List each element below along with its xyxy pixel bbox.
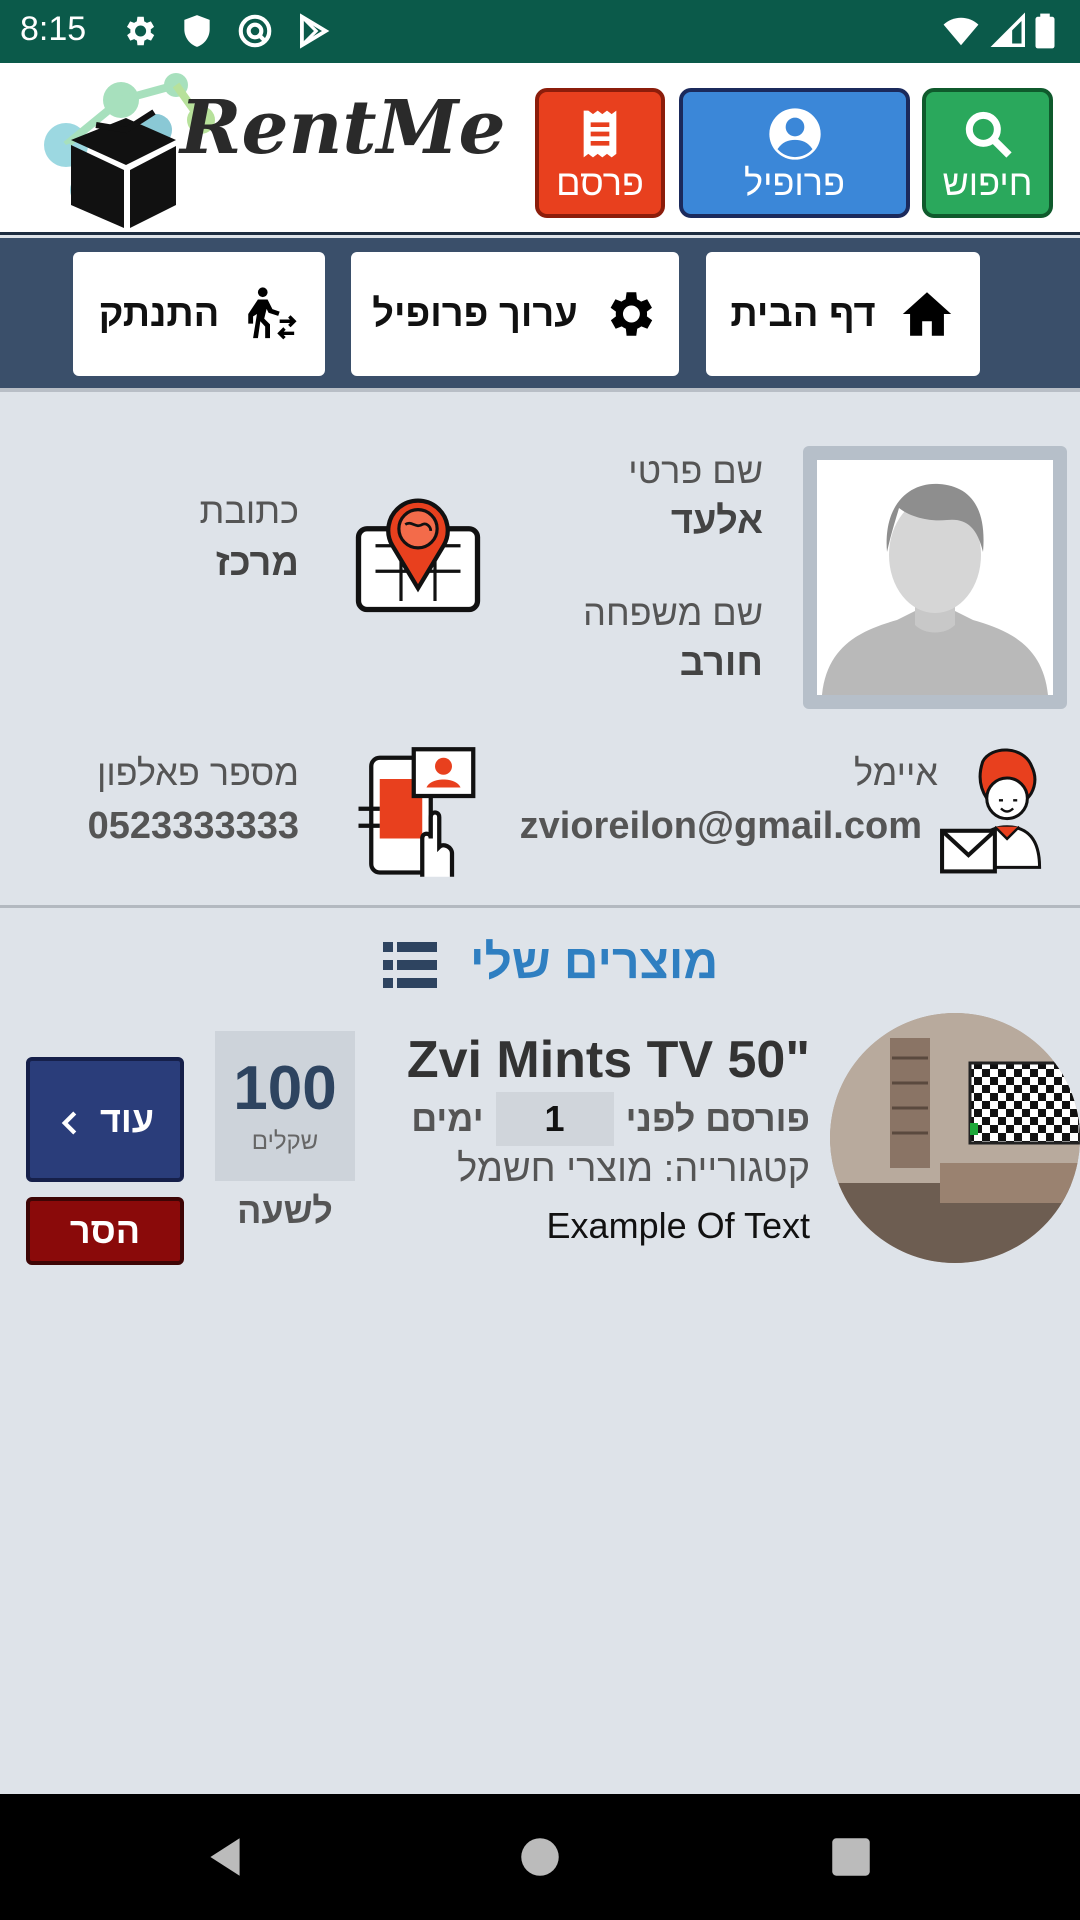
last-name-value: חורב xyxy=(679,642,763,684)
search-label: חיפוש xyxy=(942,162,1033,203)
home-circle-icon[interactable] xyxy=(515,1832,565,1882)
account-circle-icon xyxy=(767,106,823,162)
posted-prefix: פורסם לפני xyxy=(625,1098,810,1139)
receipt-icon xyxy=(572,106,628,162)
phone-touch-icon xyxy=(350,745,486,881)
nav-bar: דף הבית ערוך פרופיל התנתק xyxy=(0,238,1080,392)
more-label: עוד xyxy=(99,1098,155,1140)
brand-name: RentMe xyxy=(180,85,506,171)
product-description: Example Of Text xyxy=(546,1205,810,1246)
price-value: 100 xyxy=(233,1054,337,1123)
logout-nav-button[interactable]: התנתק xyxy=(73,252,325,376)
search-icon xyxy=(960,106,1016,162)
home-icon xyxy=(898,285,956,343)
product-category: קטגורייה: מוצרי חשמל xyxy=(457,1148,810,1190)
publish-button[interactable]: פרסם xyxy=(535,88,665,218)
search-button[interactable]: חיפוש xyxy=(922,88,1053,218)
phone-value: 0523333333 xyxy=(87,805,299,847)
price-unit: לשעה xyxy=(237,1190,333,1231)
system-nav-bar xyxy=(0,1794,1080,1920)
email-value: zvioreilon@gmail.com xyxy=(519,805,922,847)
signal-status-icon xyxy=(990,12,1028,50)
product-posted-row: פורסם לפני 1 ימים xyxy=(411,1092,810,1146)
remove-button[interactable]: הסר xyxy=(26,1197,184,1265)
battery-status-icon xyxy=(1030,12,1060,50)
home-nav-label: דף הבית xyxy=(730,292,876,335)
my-products-title: מוצרים שלי xyxy=(470,936,719,989)
edit-profile-nav-button[interactable]: ערוך פרופיל xyxy=(351,252,679,376)
sync-status-icon xyxy=(236,12,274,50)
first-name-label: שם פרטי xyxy=(628,450,763,491)
price-box: 100 שקלים xyxy=(215,1031,355,1181)
profile-label: פרופיל xyxy=(744,162,845,203)
phone-label: מספר פאלפון xyxy=(96,752,299,793)
home-nav-button[interactable]: דף הבית xyxy=(706,252,980,376)
chevron-left-icon xyxy=(56,1105,86,1135)
gear-icon xyxy=(600,285,658,343)
avatar xyxy=(803,446,1067,709)
back-icon[interactable] xyxy=(200,1832,250,1882)
walking-exit-icon xyxy=(241,285,299,343)
status-bar: 8:15 xyxy=(0,0,1080,63)
logout-nav-label: התנתק xyxy=(98,292,220,335)
settings-status-icon xyxy=(120,12,158,50)
posted-days: 1 xyxy=(495,1092,614,1146)
address-label: כתובת xyxy=(199,490,299,531)
last-name-label: שם משפחה xyxy=(583,592,763,633)
email-contact-icon xyxy=(938,745,1068,880)
play-store-status-icon xyxy=(294,12,332,50)
profile-button[interactable]: פרופיל xyxy=(679,88,910,218)
list-icon xyxy=(383,942,437,988)
product-title: Zvi Mints TV 50" xyxy=(406,1031,810,1089)
publish-label: פרסם xyxy=(556,162,644,203)
email-label: איימל xyxy=(853,752,938,793)
shield-status-icon xyxy=(178,12,216,50)
wifi-status-icon xyxy=(942,12,980,50)
status-time: 8:15 xyxy=(20,10,87,48)
edit-profile-nav-label: ערוך פרופיל xyxy=(372,292,578,335)
first-name-value: אלעד xyxy=(670,500,763,542)
price-currency: שקלים xyxy=(251,1128,319,1155)
address-value: מרכז xyxy=(215,542,299,584)
location-map-icon xyxy=(350,482,486,618)
product-image xyxy=(830,1013,1080,1263)
section-divider xyxy=(0,905,1080,908)
more-button[interactable]: עוד xyxy=(26,1057,184,1182)
posted-suffix: ימים xyxy=(411,1098,484,1139)
recents-square-icon[interactable] xyxy=(826,1832,876,1882)
